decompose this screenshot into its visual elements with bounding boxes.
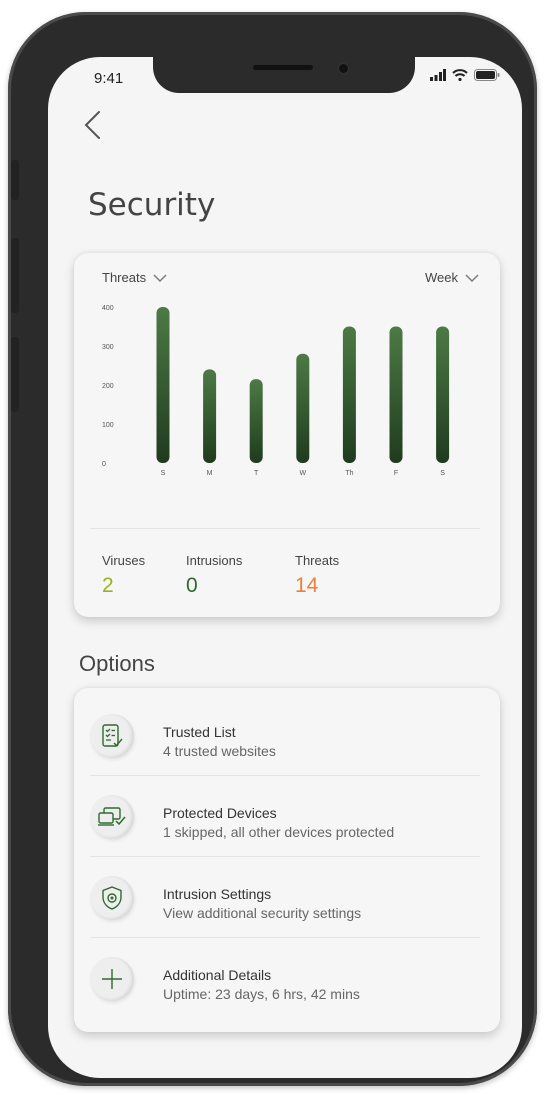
checklist-icon xyxy=(90,714,134,758)
speaker xyxy=(253,65,313,70)
stat-label: Threats xyxy=(295,553,340,568)
page-title: Security xyxy=(88,187,216,223)
option-title: Intrusion Settings xyxy=(163,886,272,902)
chart-bar xyxy=(389,326,403,463)
wifi-icon xyxy=(452,69,468,81)
devices-icon xyxy=(90,795,134,839)
y-tick-label: 0 xyxy=(102,461,106,468)
mute-switch xyxy=(11,160,19,200)
screen: 9:41 Security Threats Week 400 300 200 1… xyxy=(48,57,522,1078)
x-tick-label: T xyxy=(254,470,259,477)
stat-value: 2 xyxy=(102,574,114,597)
battery-icon xyxy=(474,69,500,81)
x-tick-label: F xyxy=(394,470,398,477)
x-tick-label: S xyxy=(161,470,166,477)
threats-chart-card: Threats Week 400 300 200 100 0 S M T W Th F xyxy=(74,253,500,617)
stat-label: Intrusions xyxy=(186,553,243,568)
x-tick-label: W xyxy=(299,470,306,477)
volume-down-button xyxy=(11,337,19,412)
option-subtitle: Uptime: 23 days, 6 hrs, 42 mins xyxy=(163,986,360,1002)
chart-divider xyxy=(90,528,480,529)
chevron-left-icon xyxy=(84,111,100,139)
option-title: Additional Details xyxy=(163,967,272,983)
y-tick-label: 200 xyxy=(102,383,114,390)
stat-value: 14 xyxy=(295,574,319,597)
camera xyxy=(338,63,349,74)
shield-gear-icon xyxy=(90,876,134,920)
stat-threats: Threats 14 xyxy=(295,553,339,598)
chart-bar xyxy=(296,353,310,463)
y-tick-label: 100 xyxy=(102,422,114,429)
stat-value: 0 xyxy=(186,574,198,597)
chart-bar xyxy=(156,307,170,463)
options-card: Trusted List 4 trusted websites Protecte… xyxy=(74,688,500,1032)
option-subtitle: 4 trusted websites xyxy=(163,743,276,759)
stat-label: Viruses xyxy=(102,553,146,568)
chart-bar xyxy=(436,326,450,463)
signal-icon xyxy=(430,69,446,81)
options-heading: Options xyxy=(79,651,155,676)
y-tick-label: 400 xyxy=(102,305,114,312)
volume-up-button xyxy=(11,238,19,313)
option-intrusion-settings[interactable]: Intrusion Settings View additional secur… xyxy=(74,856,500,936)
option-title: Trusted List xyxy=(163,724,236,740)
chart-bar xyxy=(342,326,356,463)
plus-icon xyxy=(90,957,134,1001)
status-icons xyxy=(430,69,500,81)
y-tick-label: 300 xyxy=(102,344,114,351)
status-time: 9:41 xyxy=(94,70,124,87)
chart-bar xyxy=(203,369,217,463)
option-title: Protected Devices xyxy=(163,805,277,821)
option-additional-details[interactable]: Additional Details Uptime: 23 days, 6 hr… xyxy=(74,937,500,1017)
x-tick-label: M xyxy=(207,470,213,477)
option-trusted-list[interactable]: Trusted List 4 trusted websites xyxy=(74,694,500,774)
option-subtitle: View additional security settings xyxy=(163,905,362,921)
chart-bar xyxy=(249,379,263,463)
stat-intrusions: Intrusions 0 xyxy=(186,553,242,598)
x-tick-label: S xyxy=(440,470,445,477)
option-subtitle: 1 skipped, all other devices protected xyxy=(163,824,395,840)
phone-frame: 9:41 Security Threats Week 400 300 200 1… xyxy=(8,12,537,1086)
option-protected-devices[interactable]: Protected Devices 1 skipped, all other d… xyxy=(74,775,500,855)
threats-bar-chart: 400 300 200 100 0 S M T W Th F S xyxy=(102,305,450,477)
back-button[interactable] xyxy=(82,109,102,146)
notch xyxy=(153,57,415,93)
stat-viruses: Viruses 2 xyxy=(102,553,145,598)
x-tick-label: Th xyxy=(345,470,353,477)
